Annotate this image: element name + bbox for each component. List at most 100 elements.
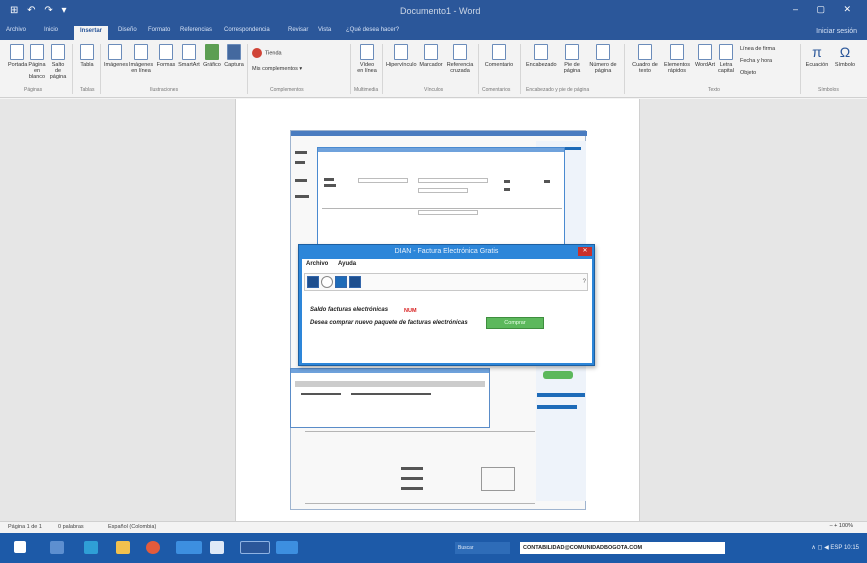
page-break-button[interactable]: Salto de página <box>48 44 68 80</box>
page-number-icon <box>596 44 610 60</box>
page-count[interactable]: Página 1 de 1 <box>8 524 42 530</box>
zoom-slider[interactable]: – + 100% <box>830 523 853 529</box>
table-button[interactable]: Tabla <box>78 44 96 68</box>
quick-parts-button[interactable]: Elementos rápidos <box>662 44 692 74</box>
date-time-button[interactable]: Fecha y hora <box>740 58 772 64</box>
embedded-grid <box>481 467 515 491</box>
page-number-button[interactable]: Número de página <box>588 44 618 74</box>
dialog-close-button[interactable]: ✕ <box>578 247 592 256</box>
cross-reference-button[interactable]: Referencia cruzada <box>446 44 474 74</box>
menu-archivo[interactable]: Archivo <box>306 261 328 267</box>
tab-inicio[interactable]: Inicio <box>44 27 58 33</box>
group-label-simbolos: Símbolos <box>818 87 839 93</box>
embedded-field <box>358 178 408 183</box>
app-icon[interactable] <box>176 541 202 554</box>
dialog-help-marker: ? <box>582 279 586 285</box>
tab-vista[interactable]: Vista <box>318 27 331 33</box>
bookmark-icon <box>424 44 438 60</box>
window-icon[interactable] <box>210 541 224 554</box>
dropcap-button[interactable]: Letra capital <box>716 44 736 74</box>
embedded-divider <box>305 503 535 504</box>
window-controls[interactable]: – ▢ ✕ <box>793 4 859 15</box>
signature-line-button[interactable]: Línea de firma <box>740 46 775 52</box>
wordart-button[interactable]: WordArt <box>694 44 716 68</box>
bookmark-button[interactable]: Marcador <box>418 44 444 68</box>
embedded-link <box>537 393 585 397</box>
task-view-icon[interactable] <box>50 541 64 554</box>
folder-icon[interactable] <box>349 276 361 288</box>
footer-button[interactable]: Pie de página <box>558 44 586 74</box>
hyperlink-button[interactable]: Hipervínculo <box>386 44 417 68</box>
dialog-body: Archivo Ayuda ? Saldo facturas electróni… <box>302 259 592 363</box>
online-picture-icon <box>134 44 148 60</box>
object-button[interactable]: Objeto <box>740 70 756 76</box>
group-separator <box>382 44 383 94</box>
quick-access-toolbar[interactable]: ⊞ ↶ ↷ ▾ <box>10 5 70 16</box>
shapes-icon <box>159 44 173 60</box>
sign-in-link[interactable]: Iniciar sesión <box>816 28 857 35</box>
taskbar: Buscar CONTABILIDAD@COMUNIDADBOGOTA.COM … <box>0 533 867 563</box>
embedded-text <box>301 393 341 395</box>
textbox-button[interactable]: Cuadro de texto <box>630 44 660 74</box>
my-addins-button[interactable]: Mis complementos ▾ <box>252 66 302 72</box>
dialog-title: DIAN - Factura Electrónica Gratis <box>394 248 499 255</box>
equation-button[interactable]: π Ecuación <box>804 44 830 68</box>
embedded-divider <box>305 431 535 432</box>
group-label-paginas: Páginas <box>24 87 43 93</box>
blank-page-button[interactable]: Página en blanco <box>28 44 46 80</box>
edge-icon[interactable] <box>84 541 98 554</box>
file-explorer-icon[interactable] <box>116 541 130 554</box>
tab-formato[interactable]: Formato <box>148 27 170 33</box>
ribbon: Portada Página en blanco Salto de página… <box>0 40 867 98</box>
comprar-button[interactable]: Comprar <box>486 317 544 329</box>
online-video-button[interactable]: Vídeo en línea <box>356 44 378 74</box>
email-address-field[interactable]: CONTABILIDAD@COMUNIDADBOGOTA.COM <box>520 542 725 554</box>
shapes-button[interactable]: Formas <box>156 44 176 68</box>
wordart-icon <box>698 44 712 60</box>
chart-button[interactable]: Gráfico <box>202 44 222 68</box>
chrome-icon[interactable] <box>146 541 160 554</box>
system-tray[interactable]: ∧ ◻ ◀ ESP 10:15 <box>811 544 859 551</box>
settings-icon[interactable] <box>321 276 333 288</box>
comment-button[interactable]: Comentario <box>482 44 516 68</box>
pictures-button[interactable]: Imágenes <box>104 44 128 68</box>
start-windows-icon[interactable] <box>14 541 26 553</box>
store-button[interactable]: Tienda <box>252 48 282 58</box>
embedded-text <box>401 477 423 480</box>
word-count[interactable]: 0 palabras <box>58 524 84 530</box>
screenshot-icon <box>227 44 241 60</box>
taskbar-search[interactable]: Buscar <box>455 542 510 554</box>
tab-referencias[interactable]: Referencias <box>180 27 212 33</box>
tab-revisar[interactable]: Revisar <box>288 27 308 33</box>
app-icon[interactable] <box>276 541 298 554</box>
tab-diseno[interactable]: Diseño <box>118 27 137 33</box>
screenshot-button[interactable]: Captura <box>224 44 244 68</box>
word-taskbar-icon[interactable] <box>240 541 270 554</box>
document-icon[interactable] <box>307 276 319 288</box>
symbol-button[interactable]: Ω Símbolo <box>832 44 858 68</box>
group-label-complementos: Complementos <box>270 87 304 93</box>
online-pictures-button[interactable]: Imágenes en línea <box>128 44 154 74</box>
group-label-comentarios: Comentarios <box>482 87 511 93</box>
smartart-button[interactable]: SmartArt <box>178 44 200 68</box>
cover-page-button[interactable]: Portada <box>8 44 27 68</box>
tab-archivo[interactable]: Archivo <box>6 27 26 33</box>
embedded-second-window <box>290 368 490 428</box>
menu-ayuda[interactable]: Ayuda <box>338 261 356 267</box>
dropcap-icon <box>719 44 733 60</box>
embedded-top-bar <box>291 131 587 136</box>
language-indicator[interactable]: Español (Colombia) <box>108 524 156 530</box>
page-break-icon <box>51 44 65 60</box>
embedded-text <box>324 178 334 181</box>
tab-correspondencia[interactable]: Correspondencia <box>224 27 270 33</box>
dian-dialog: DIAN - Factura Electrónica Gratis ✕ Arch… <box>298 244 595 366</box>
header-button[interactable]: Encabezado <box>526 44 557 68</box>
embedded-text <box>401 487 423 490</box>
tell-me-box[interactable]: ¿Qué desea hacer? <box>346 27 399 33</box>
copy-icon[interactable] <box>335 276 347 288</box>
comprar-label: Desea comprar nuevo paquete de facturas … <box>310 320 468 326</box>
cover-page-icon <box>10 44 24 60</box>
embedded-text <box>351 393 431 395</box>
tab-insertar[interactable]: Insertar <box>74 26 109 40</box>
group-label-ilustraciones: Ilustraciones <box>150 87 179 93</box>
